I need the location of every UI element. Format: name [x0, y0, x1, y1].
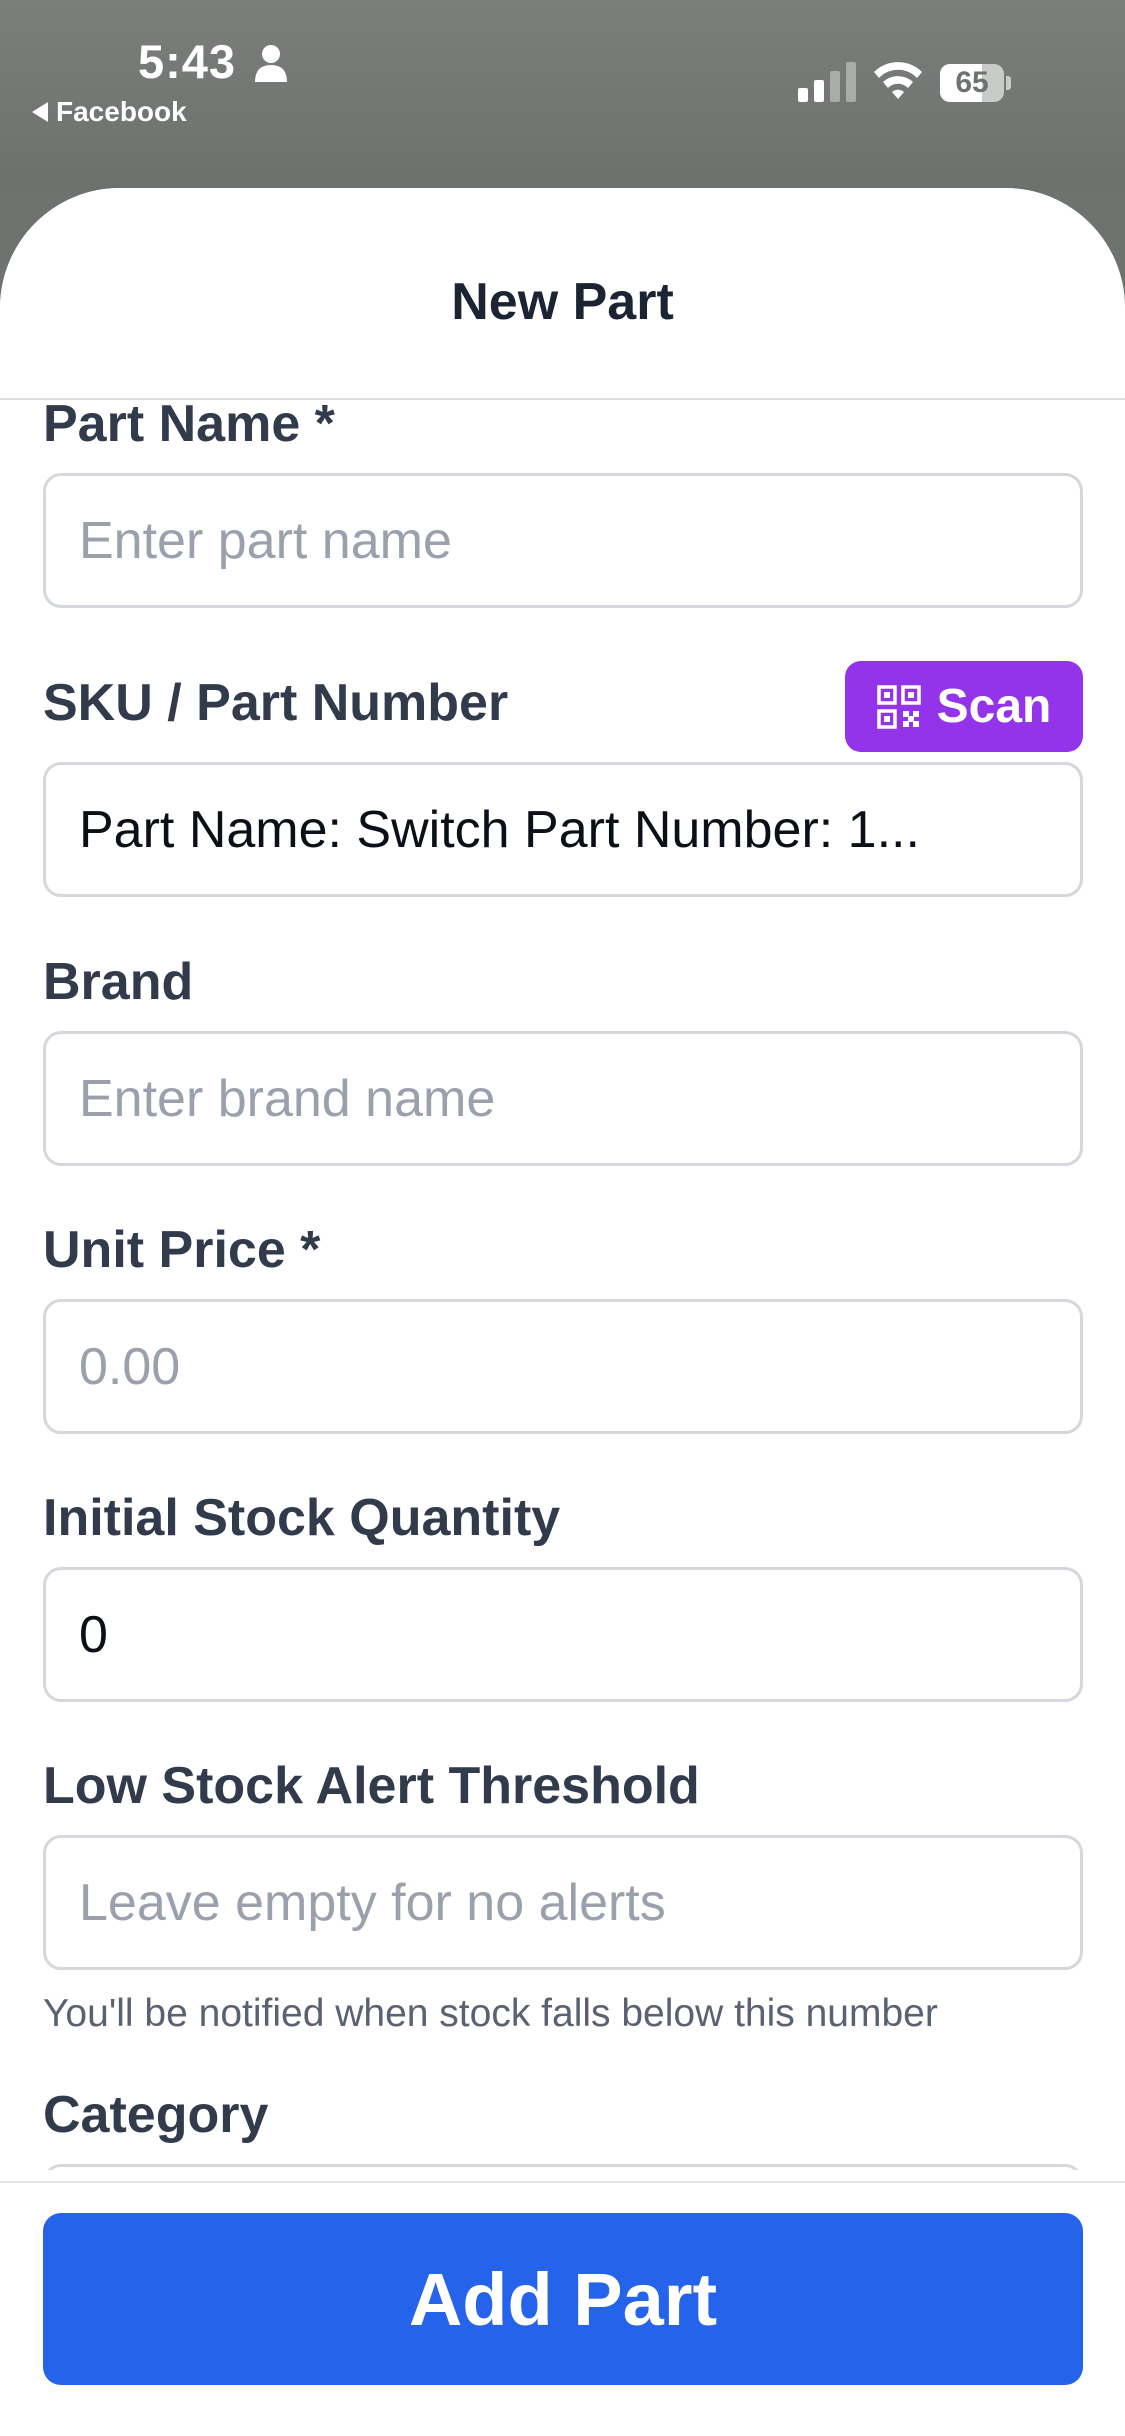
status-bar: 5:43 Facebook 65 — [0, 0, 1125, 190]
cellular-signal-icon — [798, 62, 856, 102]
initial-stock-label: Initial Stock Quantity — [43, 1489, 561, 1547]
low-stock-hint: You'll be notified when stock falls belo… — [43, 1992, 938, 2035]
sheet-header: New Part — [0, 188, 1125, 400]
new-part-sheet: New Part Part Name * Enter part name SKU… — [0, 188, 1125, 2436]
brand-label: Brand — [43, 953, 194, 1011]
initial-stock-input[interactable]: 0 — [43, 1567, 1083, 1702]
back-to-app-link[interactable]: Facebook — [32, 96, 187, 128]
back-app-label: Facebook — [56, 96, 187, 127]
low-stock-input[interactable]: Leave empty for no alerts — [43, 1835, 1083, 1970]
sku-label: SKU / Part Number — [43, 674, 509, 732]
sku-input[interactable]: Part Name: Switch Part Number: 1... — [43, 762, 1083, 897]
qr-code-icon — [876, 684, 921, 729]
scan-label: Scan — [936, 680, 1052, 733]
sheet-title: New Part — [451, 273, 674, 331]
low-stock-label: Low Stock Alert Threshold — [43, 1757, 700, 1815]
scan-button[interactable]: Scan — [845, 661, 1083, 752]
battery-cap — [1006, 76, 1011, 90]
part-name-label: Part Name * — [43, 400, 335, 453]
unit-price-input[interactable]: 0.00 — [43, 1299, 1083, 1434]
person-icon — [255, 45, 287, 82]
unit-price-label: Unit Price * — [43, 1221, 321, 1279]
brand-input[interactable]: Enter brand name — [43, 1031, 1083, 1166]
back-triangle-icon — [32, 102, 48, 122]
battery-percent: 65 — [955, 66, 989, 99]
category-select[interactable] — [43, 2164, 1083, 2170]
battery-body: 65 — [940, 64, 1004, 102]
status-time: 5:43 — [138, 35, 237, 88]
battery-indicator: 65 — [940, 64, 1012, 102]
part-name-input[interactable]: Enter part name — [43, 473, 1083, 608]
sheet-footer: Add Part — [0, 2181, 1125, 2436]
part-form: Part Name * Enter part name SKU / Part N… — [0, 400, 1125, 2170]
wifi-icon — [874, 62, 922, 99]
category-label: Category — [43, 2086, 269, 2144]
add-part-button[interactable]: Add Part — [43, 2213, 1083, 2385]
